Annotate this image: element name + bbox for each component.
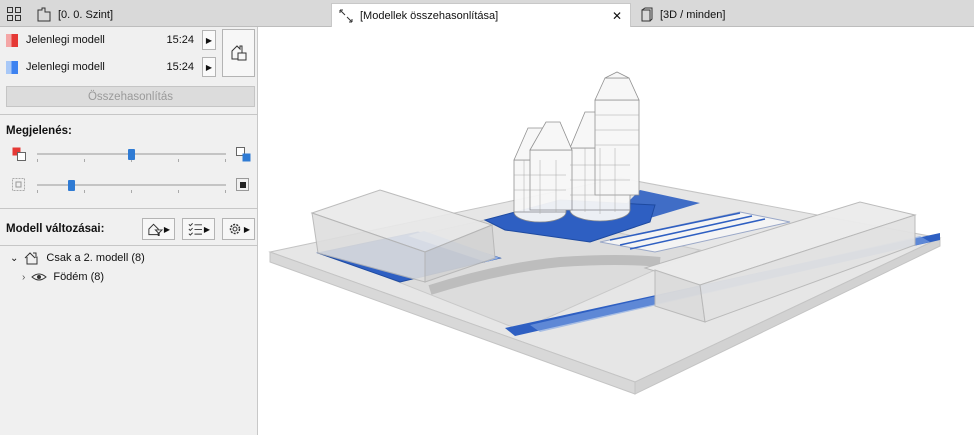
model-2-select-button[interactable]: ▶ <box>202 57 216 77</box>
close-icon[interactable]: ✕ <box>612 9 622 23</box>
tab-3d-all-label: [3D / minden] <box>660 9 726 21</box>
transparent-icon <box>12 178 26 195</box>
transparency-thumb[interactable] <box>67 180 75 191</box>
compare-arrows-icon <box>338 8 354 24</box>
model-1-name: Jelenlegi modell <box>26 34 105 46</box>
model-1-time: 15:24 <box>166 34 194 46</box>
3d-box-icon <box>638 7 654 23</box>
slab-eye-icon <box>31 273 48 281</box>
tab-compare-models[interactable]: [Modellek összehasonlítása] ✕ <box>331 3 631 27</box>
settings-button[interactable]: ▶ <box>222 218 255 240</box>
house-swap-icon <box>231 45 246 61</box>
compare-panel: Jelenlegi modell 15:24 ▶ Jelenlegi model… <box>0 27 258 435</box>
model-1-row[interactable]: Jelenlegi modell 15:24 ▶ <box>6 29 216 51</box>
model-2-color-icon <box>236 147 252 166</box>
tab-floor-plan-label: [0. 0. Szint] <box>58 9 114 21</box>
divider <box>0 208 258 209</box>
tab-floor-plan[interactable]: [0. 0. Szint] <box>30 3 330 27</box>
model-2-name: Jelenlegi modell <box>26 61 105 73</box>
model-2-time: 15:24 <box>166 61 194 73</box>
model-1-select-button[interactable]: ▶ <box>202 30 216 50</box>
tab-compare-models-label: [Modellek összehasonlítása] <box>360 9 499 22</box>
gear-icon <box>229 223 241 235</box>
appearance-title: Megjelenés: <box>6 125 72 137</box>
3d-model-render <box>268 71 942 395</box>
tree-item-label: Csak a 2. modell (8) <box>46 252 145 264</box>
house-icon <box>25 252 38 265</box>
divider <box>0 114 258 115</box>
chevron-down-icon[interactable]: ⌄ <box>10 253 18 264</box>
tree-item-slab[interactable]: › Födém (8) <box>22 271 104 283</box>
chevron-right-icon[interactable]: › <box>22 272 25 283</box>
model-1-color-icon <box>12 147 26 164</box>
model-2-row[interactable]: Jelenlegi modell 15:24 ▶ <box>6 56 216 78</box>
tree-item-only-model-2[interactable]: ⌄ Csak a 2. modell (8) <box>10 251 145 265</box>
model-changes-title: Modell változásai: <box>6 223 105 235</box>
transparency-slider[interactable] <box>37 184 226 186</box>
model-1-color-swatch <box>6 33 18 47</box>
filter-element-types-button[interactable]: ▶ <box>142 218 175 240</box>
transparency-ticks <box>37 190 226 193</box>
color-balance-thumb[interactable] <box>128 149 135 160</box>
compare-button[interactable]: Összehasonlítás <box>6 86 255 107</box>
model-2-color-swatch <box>6 60 18 74</box>
filter-house-icon <box>148 223 164 237</box>
3d-compare-viewport[interactable] <box>259 27 974 435</box>
opaque-icon <box>236 178 250 195</box>
layout-grid-icon[interactable] <box>6 6 22 25</box>
tab-bar: [0. 0. Szint] [Modellek összehasonlítása… <box>0 0 974 27</box>
swap-models-button[interactable] <box>222 29 255 77</box>
divider <box>0 245 258 246</box>
tab-3d-all[interactable]: [3D / minden] <box>632 3 928 27</box>
change-list-options-button[interactable]: ▶ <box>182 218 215 240</box>
checklist-icon <box>188 223 202 236</box>
tree-item-label: Födém (8) <box>53 271 105 283</box>
floor-plan-icon <box>36 7 52 23</box>
